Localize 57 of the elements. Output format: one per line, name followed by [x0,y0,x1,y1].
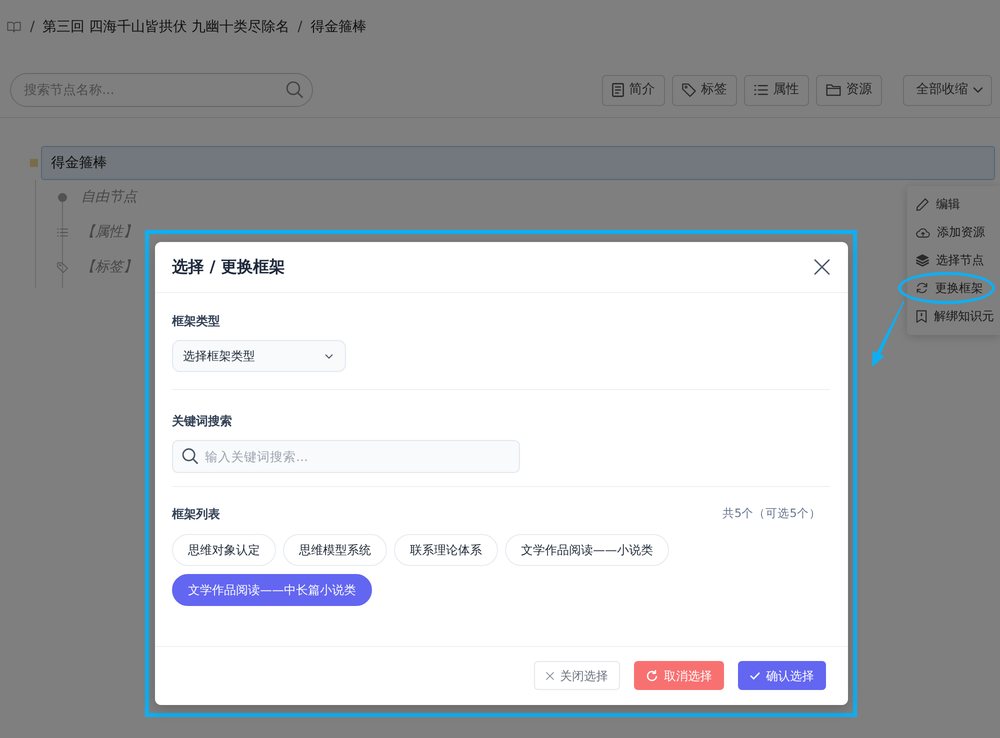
select-field[interactable]: 选择框架类型 [172,340,346,372]
field-label: 框架列表 [172,506,220,523]
search-icon [182,448,198,464]
toolbar-button[interactable]: 属性 [744,74,809,106]
close-icon [546,672,554,680]
square-marker-icon [30,159,38,167]
collapse-dropdown[interactable]: 全部收缩 [903,74,992,106]
layers-icon [916,254,929,266]
keyword-search-field[interactable]: 输入关键词搜索... [172,440,520,473]
chevron-down-icon [973,87,983,93]
count-text: 共5个（可选5个） [722,505,821,522]
tree-node[interactable]: 得金箍棒 [41,146,995,180]
dot-icon [58,193,67,202]
list-icon [754,84,768,96]
close-selection-button[interactable]: 关闭选择 [534,661,620,690]
field-label: 关键词搜索 [172,413,232,430]
reset-icon [646,670,658,682]
breadcrumb-separator: / [30,18,35,37]
tree-item[interactable]: 【标签】 [79,257,139,278]
option-chip[interactable]: 文学作品阅读——中长篇小说类 [172,574,372,606]
field-label: 框架类型 [172,313,220,330]
toolbar-button[interactable]: 标签 [672,74,737,106]
chevron-down-icon [325,354,333,358]
document-icon [612,83,624,97]
refresh-icon [916,282,928,294]
annotation-arrow [872,300,904,367]
breadcrumb-item: 得金箍棒 [310,18,366,37]
option-chip[interactable]: 思维对象认定 [172,534,276,566]
close-icon [814,259,830,275]
option-chip[interactable]: 文学作品阅读——小说类 [505,534,669,566]
search-icon [286,81,303,98]
check-icon [750,672,760,680]
menu-item[interactable]: 添加资源 [907,218,1000,246]
breadcrumb-separator: / [298,18,302,37]
cancel-selection-button[interactable]: 取消选择 [634,661,724,690]
folder-icon [826,84,841,96]
option-chip[interactable]: 思维模型系统 [283,534,387,566]
list-icon [57,228,68,237]
bookmark-icon [916,310,927,322]
tag-icon [57,262,68,273]
tag-icon [682,83,696,97]
tree-item[interactable]: 【属性】 [79,222,139,243]
menu-item[interactable]: 编辑 [907,190,1000,218]
pencil-icon [916,198,929,210]
toolbar-button[interactable]: 简介 [602,74,665,106]
close-button[interactable] [813,258,831,276]
menu-item[interactable]: 更换框架 [907,274,1000,302]
tree-item[interactable]: 自由节点 [79,187,139,208]
toolbar-button[interactable]: 资源 [816,74,882,106]
menu-item[interactable]: 选择节点 [907,246,1000,274]
cloud-upload-icon [916,226,930,238]
menu-item[interactable]: 解绑知识元 [907,302,1000,330]
confirm-button[interactable]: 确认选择 [738,661,826,690]
book-icon [7,21,21,33]
breadcrumb-item[interactable]: 第三回 四海千山皆拱伏 九幽十类尽除名 [42,17,290,37]
option-chip[interactable]: 联系理论体系 [394,534,498,566]
dialog-title: 选择 / 更换框架 [172,257,285,277]
